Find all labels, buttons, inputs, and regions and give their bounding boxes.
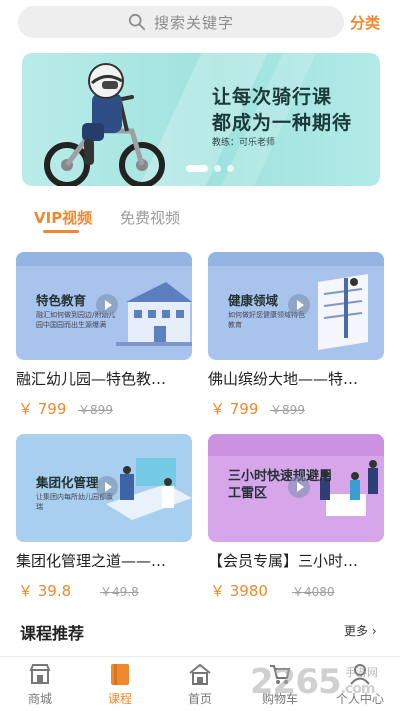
book-icon bbox=[111, 664, 129, 685]
search-placeholder: 搜索关键字 bbox=[153, 13, 234, 32]
nav-item-course[interactable]: 课程 bbox=[90, 661, 150, 707]
course-thumbnail[interactable]: 健康领域 如何做好您健康领域特色教育 bbox=[208, 252, 384, 360]
more-label: 更多 bbox=[344, 624, 369, 638]
tab-active-indicator bbox=[43, 230, 79, 233]
nav-label: 首页 bbox=[187, 692, 212, 706]
nav-item-home[interactable]: 首页 bbox=[170, 661, 230, 707]
course-old-price: ￥899 bbox=[270, 403, 305, 417]
course-thumbnail[interactable]: 特色教育 融汇如何做到园边/附幼儿园中国园而出生源爆满 bbox=[16, 252, 192, 360]
more-link[interactable]: 更多 › bbox=[344, 622, 377, 639]
course-card[interactable]: 特色教育 融汇如何做到园边/附幼儿园中国园而出生源爆满 融汇幼儿园—特色教… ￥… bbox=[16, 252, 192, 418]
banner-dot-active[interactable] bbox=[186, 165, 208, 172]
course-title[interactable]: 【会员专属】三小时… bbox=[208, 550, 384, 571]
course-thumbnail[interactable]: 集团化管理 让集团内每所幼儿园都赢瑞 bbox=[16, 434, 192, 542]
kid-on-bike-image bbox=[44, 63, 165, 186]
banner-teacher: 教练：可乐老师 bbox=[212, 138, 276, 148]
shop-icon bbox=[29, 664, 51, 684]
thumb-title: 三小时快速规避用工雷区 bbox=[228, 469, 333, 501]
play-icon[interactable] bbox=[288, 294, 310, 316]
watermark-brand: 2265 bbox=[250, 662, 342, 702]
course-price: ￥ 39.8 bbox=[18, 582, 72, 600]
course-title[interactable]: 融汇幼儿园—特色教… bbox=[16, 368, 192, 389]
thumb-title: 特色教育 bbox=[36, 293, 87, 308]
banner-headline: 让每次骑行课 bbox=[212, 86, 333, 108]
play-icon[interactable] bbox=[96, 294, 118, 316]
banner-dot[interactable] bbox=[227, 165, 234, 172]
thumb-title: 健康领域 bbox=[228, 293, 279, 308]
nav-label: 课程 bbox=[107, 692, 132, 706]
course-card[interactable]: 三小时快速规避用工雷区 【会员专属】三小时… ￥ 3980 ￥4080 bbox=[208, 434, 384, 600]
banner-dot[interactable] bbox=[214, 165, 221, 172]
app-page: 搜索关键字 分类 让每次骑行课 都成为一种期待 教练：可乐老师 VIP视频 免费… bbox=[0, 0, 400, 711]
course-card[interactable]: 集团化管理 让集团内每所幼儿园都赢瑞 集团化管理之道——… ￥ 39.8 ￥49… bbox=[16, 434, 192, 600]
chevron-right-icon: › bbox=[368, 624, 377, 638]
section-title-recommend: 课程推荐 bbox=[20, 624, 85, 643]
nav-item-shop[interactable]: 商城 bbox=[10, 661, 70, 707]
category-button[interactable]: 分类 bbox=[350, 12, 380, 33]
tab-vip-video[interactable]: VIP视频 bbox=[34, 207, 92, 228]
course-title[interactable]: 集团化管理之道——… bbox=[16, 550, 192, 571]
course-price: ￥ 799 bbox=[18, 400, 67, 418]
course-old-price: ￥49.8 bbox=[100, 585, 139, 599]
course-old-price: ￥4080 bbox=[292, 585, 335, 599]
thumb-title: 集团化管理 bbox=[36, 475, 99, 490]
watermark-site: 手游网 bbox=[345, 666, 378, 679]
banner-headline-2: 都成为一种期待 bbox=[212, 112, 353, 134]
course-card[interactable]: 健康领域 如何做好您健康领域特色教育 佛山缤纷大地——特… ￥ 799 ￥899 bbox=[208, 252, 384, 418]
course-price: ￥ 799 bbox=[210, 400, 259, 418]
play-icon[interactable] bbox=[96, 476, 118, 498]
nav-label: 商城 bbox=[27, 692, 52, 706]
course-title[interactable]: 佛山缤纷大地——特… bbox=[208, 368, 384, 389]
course-thumbnail[interactable]: 三小时快速规避用工雷区 bbox=[208, 434, 384, 542]
home-icon bbox=[189, 663, 211, 685]
search-input[interactable]: 搜索关键字 bbox=[18, 6, 344, 38]
play-icon[interactable] bbox=[288, 476, 310, 498]
promo-banner[interactable]: 让每次骑行课 都成为一种期待 教练：可乐老师 bbox=[22, 53, 380, 186]
course-old-price: ￥899 bbox=[78, 403, 113, 417]
search-icon bbox=[128, 13, 146, 31]
watermark-suffix: .com bbox=[340, 681, 376, 697]
banner-pagination[interactable] bbox=[186, 165, 234, 172]
top-bar: 搜索关键字 分类 bbox=[0, 0, 400, 46]
tab-free-video[interactable]: 免费视频 bbox=[120, 207, 180, 228]
course-price: ￥ 3980 bbox=[210, 582, 268, 600]
